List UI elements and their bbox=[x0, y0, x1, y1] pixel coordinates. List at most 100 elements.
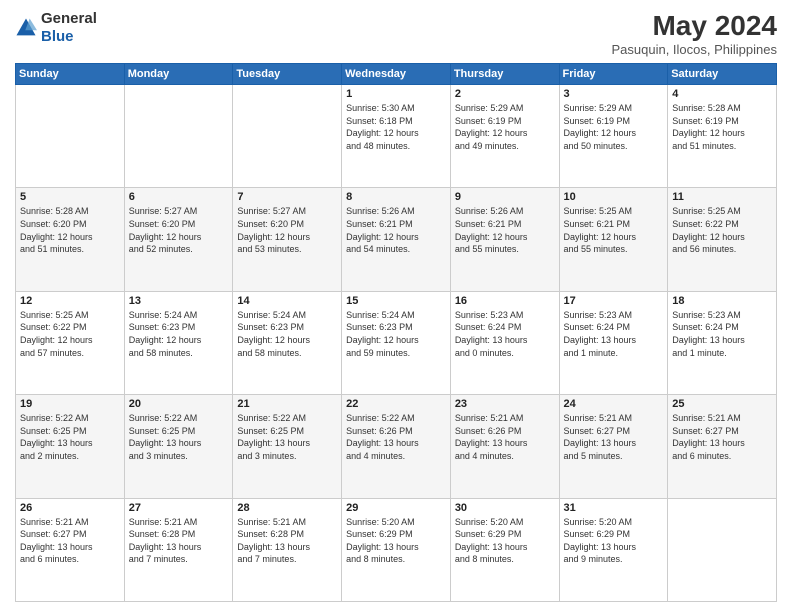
day-number: 31 bbox=[564, 502, 664, 514]
day-number: 27 bbox=[129, 502, 229, 514]
logo-text-blue: Blue bbox=[41, 28, 74, 45]
weekday-header: Monday bbox=[124, 64, 233, 85]
day-info: Sunrise: 5:24 AM Sunset: 6:23 PM Dayligh… bbox=[346, 309, 446, 359]
day-info: Sunrise: 5:21 AM Sunset: 6:28 PM Dayligh… bbox=[129, 516, 229, 566]
calendar-cell: 26 Sunrise: 5:21 AM Sunset: 6:27 PM Dayli… bbox=[16, 498, 125, 601]
day-info: Sunrise: 5:23 AM Sunset: 6:24 PM Dayligh… bbox=[672, 309, 772, 359]
calendar-cell: 23Sunrise: 5:21 AM Sunset: 6:26 PM Dayli… bbox=[450, 395, 559, 498]
day-info: Sunrise: 5:24 AM Sunset: 6:23 PM Dayligh… bbox=[237, 309, 337, 359]
calendar-cell: 22Sunrise: 5:22 AM Sunset: 6:26 PM Dayli… bbox=[342, 395, 451, 498]
location: Pasuquin, Ilocos, Philippines bbox=[612, 42, 778, 57]
day-number: 22 bbox=[346, 398, 446, 410]
calendar-cell: 27 Sunrise: 5:21 AM Sunset: 6:28 PM Dayli… bbox=[124, 498, 233, 601]
calendar-cell bbox=[124, 85, 233, 188]
day-info: Sunrise: 5:26 AM Sunset: 6:21 PM Dayligh… bbox=[455, 205, 555, 255]
calendar-cell: 1 Sunrise: 5:30 AM Sunset: 6:18 PM Daylig… bbox=[342, 85, 451, 188]
calendar-cell: 28Sunrise: 5:21 AM Sunset: 6:28 PM Dayli… bbox=[233, 498, 342, 601]
page: General Blue May 2024 Pasuquin, Ilocos, … bbox=[0, 0, 792, 612]
day-number: 11 bbox=[672, 191, 772, 203]
calendar-cell: 13Sunrise: 5:24 AM Sunset: 6:23 PM Dayli… bbox=[124, 291, 233, 394]
calendar-cell: 16 Sunrise: 5:23 AM Sunset: 6:24 PM Dayli… bbox=[450, 291, 559, 394]
calendar-cell: 21Sunrise: 5:22 AM Sunset: 6:25 PM Dayli… bbox=[233, 395, 342, 498]
day-number: 2 bbox=[455, 88, 555, 100]
day-info: Sunrise: 5:23 AM Sunset: 6:24 PM Dayligh… bbox=[455, 309, 555, 359]
logo-icon bbox=[15, 17, 37, 39]
calendar-week-row: 12 Sunrise: 5:25 AM Sunset: 6:22 PM Dayli… bbox=[16, 291, 777, 394]
day-number: 20 bbox=[129, 398, 229, 410]
day-info: Sunrise: 5:21 AM Sunset: 6:27 PM Dayligh… bbox=[20, 516, 120, 566]
day-number: 14 bbox=[237, 295, 337, 307]
calendar-cell: 31 Sunrise: 5:20 AM Sunset: 6:29 PM Dayli… bbox=[559, 498, 668, 601]
day-number: 21 bbox=[237, 398, 337, 410]
title-block: May 2024 Pasuquin, Ilocos, Philippines bbox=[612, 10, 778, 57]
day-info: Sunrise: 5:28 AM Sunset: 6:20 PM Dayligh… bbox=[20, 205, 120, 255]
day-info: Sunrise: 5:27 AM Sunset: 6:20 PM Dayligh… bbox=[237, 205, 337, 255]
logo-text-general: General bbox=[41, 10, 97, 27]
calendar-cell: 11Sunrise: 5:25 AM Sunset: 6:22 PM Dayli… bbox=[668, 188, 777, 291]
calendar-cell: 3Sunrise: 5:29 AM Sunset: 6:19 PM Daylig… bbox=[559, 85, 668, 188]
calendar-cell: 14 Sunrise: 5:24 AM Sunset: 6:23 PM Dayli… bbox=[233, 291, 342, 394]
calendar-cell bbox=[668, 498, 777, 601]
day-info: Sunrise: 5:29 AM Sunset: 6:19 PM Dayligh… bbox=[455, 102, 555, 152]
day-info: Sunrise: 5:27 AM Sunset: 6:20 PM Dayligh… bbox=[129, 205, 229, 255]
calendar-cell: 29 Sunrise: 5:20 AM Sunset: 6:29 PM Dayli… bbox=[342, 498, 451, 601]
day-info: Sunrise: 5:22 AM Sunset: 6:25 PM Dayligh… bbox=[129, 412, 229, 462]
day-number: 18 bbox=[672, 295, 772, 307]
weekday-row: SundayMondayTuesdayWednesdayThursdayFrid… bbox=[16, 64, 777, 85]
day-info: Sunrise: 5:20 AM Sunset: 6:29 PM Dayligh… bbox=[564, 516, 664, 566]
day-number: 28 bbox=[237, 502, 337, 514]
day-info: Sunrise: 5:25 AM Sunset: 6:21 PM Dayligh… bbox=[564, 205, 664, 255]
day-info: Sunrise: 5:28 AM Sunset: 6:19 PM Dayligh… bbox=[672, 102, 772, 152]
calendar-body: 1 Sunrise: 5:30 AM Sunset: 6:18 PM Daylig… bbox=[16, 85, 777, 602]
day-number: 29 bbox=[346, 502, 446, 514]
day-number: 30 bbox=[455, 502, 555, 514]
day-number: 25 bbox=[672, 398, 772, 410]
calendar-cell bbox=[16, 85, 125, 188]
weekday-header: Tuesday bbox=[233, 64, 342, 85]
weekday-header: Friday bbox=[559, 64, 668, 85]
calendar-cell: 12 Sunrise: 5:25 AM Sunset: 6:22 PM Dayli… bbox=[16, 291, 125, 394]
calendar-cell: 18 Sunrise: 5:23 AM Sunset: 6:24 PM Dayli… bbox=[668, 291, 777, 394]
calendar-cell: 4 Sunrise: 5:28 AM Sunset: 6:19 PM Daylig… bbox=[668, 85, 777, 188]
day-number: 5 bbox=[20, 191, 120, 203]
logo: General Blue bbox=[15, 10, 97, 46]
day-number: 13 bbox=[129, 295, 229, 307]
calendar: SundayMondayTuesdayWednesdayThursdayFrid… bbox=[15, 63, 777, 602]
day-number: 12 bbox=[20, 295, 120, 307]
day-info: Sunrise: 5:26 AM Sunset: 6:21 PM Dayligh… bbox=[346, 205, 446, 255]
day-number: 16 bbox=[455, 295, 555, 307]
calendar-cell: 24 Sunrise: 5:21 AM Sunset: 6:27 PM Dayli… bbox=[559, 395, 668, 498]
day-number: 19 bbox=[20, 398, 120, 410]
calendar-cell: 9 Sunrise: 5:26 AM Sunset: 6:21 PM Daylig… bbox=[450, 188, 559, 291]
day-number: 17 bbox=[564, 295, 664, 307]
calendar-cell: 20 Sunrise: 5:22 AM Sunset: 6:25 PM Dayli… bbox=[124, 395, 233, 498]
day-number: 10 bbox=[564, 191, 664, 203]
day-number: 8 bbox=[346, 191, 446, 203]
calendar-week-row: 19 Sunrise: 5:22 AM Sunset: 6:25 PM Dayli… bbox=[16, 395, 777, 498]
day-info: Sunrise: 5:20 AM Sunset: 6:29 PM Dayligh… bbox=[455, 516, 555, 566]
day-number: 24 bbox=[564, 398, 664, 410]
day-info: Sunrise: 5:20 AM Sunset: 6:29 PM Dayligh… bbox=[346, 516, 446, 566]
day-info: Sunrise: 5:22 AM Sunset: 6:25 PM Dayligh… bbox=[20, 412, 120, 462]
day-info: Sunrise: 5:30 AM Sunset: 6:18 PM Dayligh… bbox=[346, 102, 446, 152]
calendar-week-row: 1 Sunrise: 5:30 AM Sunset: 6:18 PM Daylig… bbox=[16, 85, 777, 188]
day-number: 7 bbox=[237, 191, 337, 203]
day-info: Sunrise: 5:21 AM Sunset: 6:26 PM Dayligh… bbox=[455, 412, 555, 462]
calendar-cell bbox=[233, 85, 342, 188]
weekday-header: Saturday bbox=[668, 64, 777, 85]
day-number: 9 bbox=[455, 191, 555, 203]
calendar-cell: 19 Sunrise: 5:22 AM Sunset: 6:25 PM Dayli… bbox=[16, 395, 125, 498]
weekday-header: Wednesday bbox=[342, 64, 451, 85]
day-info: Sunrise: 5:21 AM Sunset: 6:27 PM Dayligh… bbox=[564, 412, 664, 462]
month-year: May 2024 bbox=[612, 10, 778, 42]
calendar-cell: 10 Sunrise: 5:25 AM Sunset: 6:21 PM Dayli… bbox=[559, 188, 668, 291]
day-number: 26 bbox=[20, 502, 120, 514]
day-number: 4 bbox=[672, 88, 772, 100]
day-info: Sunrise: 5:25 AM Sunset: 6:22 PM Dayligh… bbox=[20, 309, 120, 359]
day-number: 15 bbox=[346, 295, 446, 307]
calendar-cell: 5 Sunrise: 5:28 AM Sunset: 6:20 PM Daylig… bbox=[16, 188, 125, 291]
header: General Blue May 2024 Pasuquin, Ilocos, … bbox=[15, 10, 777, 57]
day-number: 3 bbox=[564, 88, 664, 100]
calendar-header: SundayMondayTuesdayWednesdayThursdayFrid… bbox=[16, 64, 777, 85]
day-number: 1 bbox=[346, 88, 446, 100]
